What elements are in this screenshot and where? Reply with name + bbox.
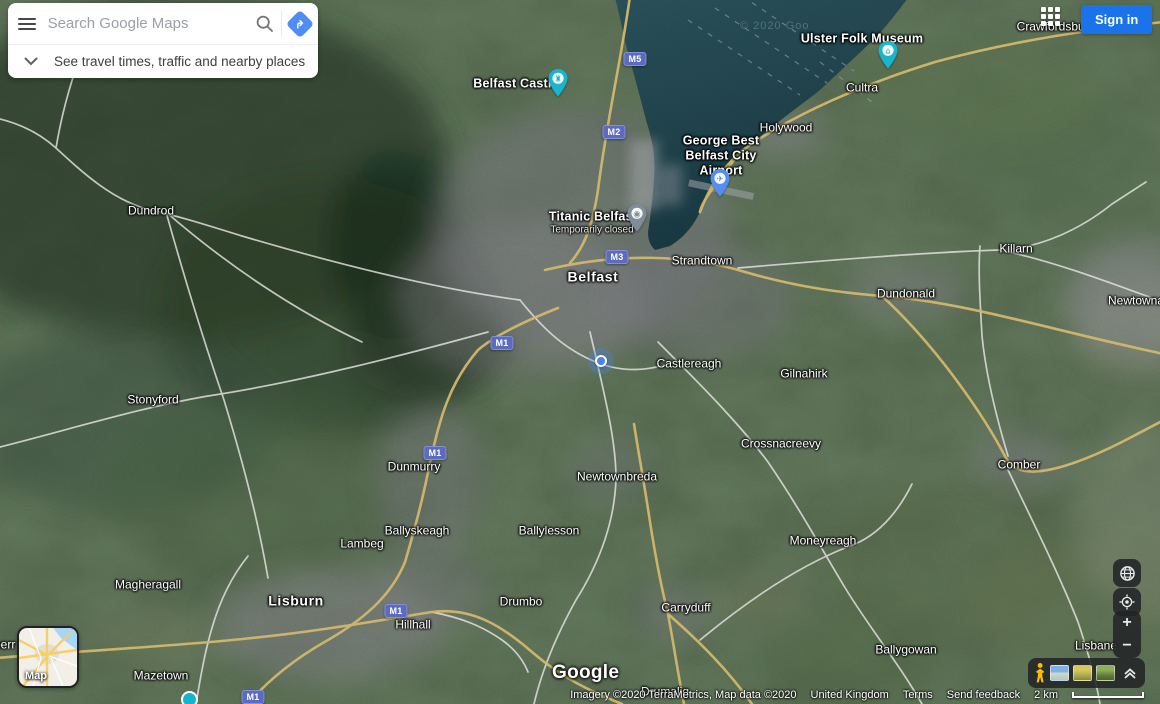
map-label-lisburn[interactable]: Lisburn (268, 594, 324, 609)
map-label-lisbane[interactable]: Lisbane (1075, 639, 1117, 654)
imagery-thumb-1[interactable] (1050, 665, 1069, 681)
scale-label[interactable]: 2 km (1034, 689, 1058, 701)
map-label-castlereagh[interactable]: Castlereagh (657, 357, 722, 372)
imagery-bar (1028, 658, 1145, 688)
attribution-bar: Imagery ©2020 TerraMetrics, Map data ©20… (570, 689, 1144, 701)
chevron-up-double-icon (1123, 666, 1137, 680)
chevron-down-icon (8, 57, 54, 66)
map-mode-toggle[interactable]: Map (17, 626, 79, 688)
my-location-icon (1119, 594, 1135, 610)
map-label-ballygowan[interactable]: Ballygowan (875, 643, 936, 658)
sign-in-button[interactable]: Sign in (1081, 5, 1152, 34)
map-label-dunmurry[interactable]: Dunmurry (388, 460, 441, 475)
map-label-stonyford[interactable]: Stonyford (127, 393, 178, 408)
map-label-ballyskeagh[interactable]: Ballyskeagh (385, 524, 450, 539)
map-label-belfast[interactable]: Belfast (568, 270, 619, 285)
map-label-titanic-belfast-status[interactable]: Temporarily closed (550, 223, 633, 238)
imagery-thumb-3[interactable] (1096, 665, 1115, 681)
pegman-icon[interactable] (1034, 662, 1046, 684)
map-label-gilnahirk[interactable]: Gilnahirk (780, 367, 827, 382)
directions-icon (286, 9, 314, 37)
globe-button[interactable] (1113, 559, 1141, 587)
travel-times-expander[interactable]: See travel times, traffic and nearby pla… (8, 44, 318, 78)
search-card: See travel times, traffic and nearby pla… (8, 3, 318, 78)
svg-text:◉: ◉ (633, 209, 640, 219)
svg-text:✈: ✈ (716, 174, 723, 184)
send-feedback-link[interactable]: Send feedback (947, 689, 1020, 701)
google-apps-icon[interactable] (1041, 7, 1061, 27)
pin-titanic-belfast[interactable]: ◉ (626, 203, 648, 238)
map-label-magheragall[interactable]: Magheragall (115, 578, 181, 593)
map-label-cultra[interactable]: Cultra (846, 81, 878, 96)
search-input[interactable] (46, 14, 249, 33)
imagery-credit: Imagery ©2020 TerraMetrics, Map data ©20… (570, 689, 796, 701)
satellite-basemap[interactable] (0, 0, 1160, 704)
terms-link[interactable]: Terms (903, 689, 933, 701)
travel-times-label: See travel times, traffic and nearby pla… (54, 54, 305, 69)
map-label-moneyreagh[interactable]: Moneyreagh (790, 534, 857, 549)
map-label-crossnacreevy[interactable]: Crossnacreevy (741, 437, 821, 452)
map-toggle-label: Map (25, 670, 47, 682)
map-label-newtownards[interactable]: Newtownards (1108, 294, 1160, 309)
map-label-dundonald[interactable]: Dundonald (877, 287, 935, 302)
map-label-holywood[interactable]: Holywood (760, 121, 813, 136)
google-logo[interactable]: Google (552, 662, 619, 684)
collapse-imagery-button[interactable] (1121, 666, 1139, 680)
map-label-ballylesson[interactable]: Ballylesson (519, 524, 580, 539)
map-label-carryduff[interactable]: Carryduff (661, 601, 710, 616)
search-row (8, 3, 318, 44)
map-label-belfast-castle[interactable]: Belfast Castle (473, 77, 558, 92)
pin-ulster-folk-museum[interactable]: ⌂ (877, 40, 899, 75)
map-label-newtownbreda[interactable]: Newtownbreda (577, 470, 657, 485)
google-watermark: © 2020 Goo (740, 20, 809, 32)
map-label-dundrod[interactable]: Dundrod (128, 204, 174, 219)
map-label-killarn[interactable]: Killarn (999, 242, 1032, 257)
svg-text:♜: ♜ (554, 74, 562, 84)
map-label-drumbo[interactable]: Drumbo (500, 595, 543, 610)
zoom-in-button[interactable]: + (1113, 611, 1141, 635)
pin-city-airport[interactable]: ✈ (709, 168, 731, 203)
map-label-strandtown[interactable]: Strandtown (672, 254, 733, 269)
zoom-out-button[interactable]: − (1113, 635, 1141, 659)
map-label-mazetown[interactable]: Mazetown (134, 669, 189, 684)
google-maps-app: © 2020 Goo Belfast Lisburn Belfast Castle U… (0, 0, 1160, 704)
directions-button[interactable] (282, 14, 318, 34)
map-label-ulster-folk-museum[interactable]: Ulster Folk Museum (801, 32, 923, 47)
scale-bar (1072, 692, 1144, 698)
map-label-hillhall[interactable]: Hillhall (395, 618, 430, 633)
zoom-control: + − (1113, 611, 1141, 658)
region-link[interactable]: United Kingdom (811, 689, 889, 701)
search-icon[interactable] (249, 14, 282, 34)
imagery-thumb-2[interactable] (1073, 665, 1092, 681)
map-label-edge-partial[interactable]: berr (0, 638, 15, 653)
map-label-lambeg[interactable]: Lambeg (340, 537, 383, 552)
globe-icon (1119, 565, 1136, 582)
pin-belfast-castle[interactable]: ♜ (547, 68, 569, 103)
map-label-comber[interactable]: Comber (998, 458, 1041, 473)
svg-text:⌂: ⌂ (885, 46, 890, 56)
menu-icon[interactable] (8, 14, 46, 34)
